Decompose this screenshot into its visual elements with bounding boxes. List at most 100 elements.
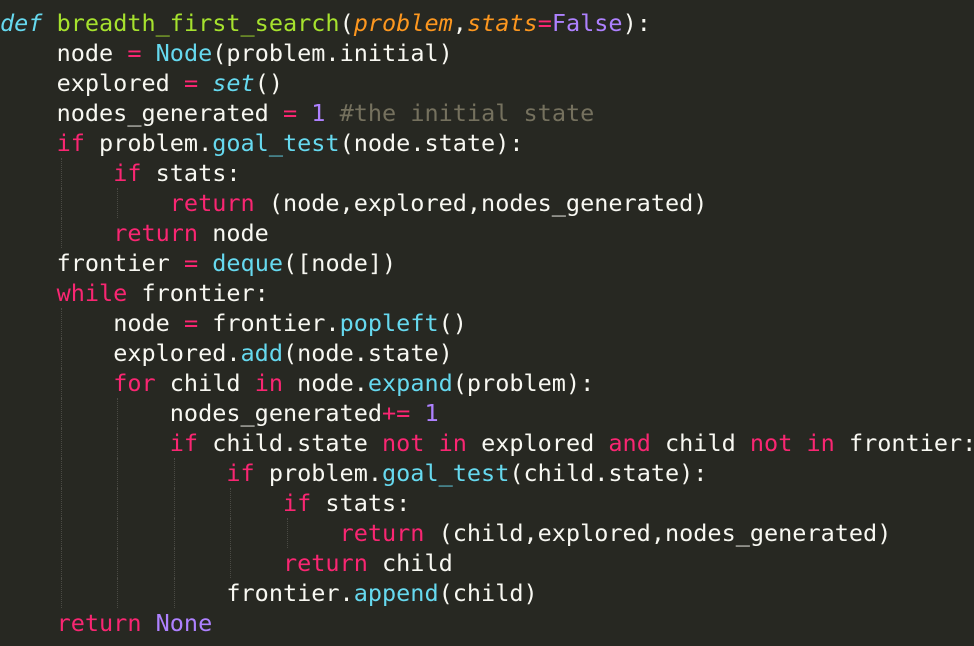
code-token: ): xyxy=(622,9,651,37)
code-token: def xyxy=(0,9,43,37)
code-token: node xyxy=(198,219,269,247)
code-token: stats: xyxy=(141,159,241,187)
code-token: += xyxy=(382,399,411,427)
code-token: frontier xyxy=(56,249,184,277)
code-text: if stats: xyxy=(0,489,410,517)
code-token: if xyxy=(169,429,199,457)
code-token: return xyxy=(339,519,425,547)
code-text: if child.state not in explored and child… xyxy=(0,429,974,457)
code-token: (child.state): xyxy=(509,459,708,487)
code-token: deque xyxy=(212,249,283,277)
code-token: frontier. xyxy=(226,579,354,607)
code-token: goal_test xyxy=(382,459,510,487)
code-line[interactable]: if problem.goal_test(child.state): xyxy=(0,458,974,488)
code-token: problem. xyxy=(84,129,213,157)
code-token: = xyxy=(183,309,199,337)
code-token: return xyxy=(169,189,255,217)
code-line[interactable]: explored = set() xyxy=(0,68,974,98)
code-token: (problem): xyxy=(452,369,595,397)
code-text: return node xyxy=(0,219,269,247)
code-text: if problem.goal_test(node.state): xyxy=(0,129,524,157)
code-line[interactable]: if stats: xyxy=(0,488,974,518)
code-token: frontier: xyxy=(834,429,974,457)
code-token: (node.state): xyxy=(339,129,524,157)
code-token: False xyxy=(551,9,623,37)
code-token: if xyxy=(56,129,85,157)
code-token: , xyxy=(452,9,467,37)
code-line[interactable]: if problem.goal_test(node.state): xyxy=(0,128,974,158)
code-token: = xyxy=(537,9,552,37)
code-token: stats xyxy=(466,9,538,37)
code-token: not xyxy=(382,429,425,457)
code-text: nodes_generated+= 1 xyxy=(0,399,439,427)
code-line[interactable]: node = Node(problem.initial) xyxy=(0,38,974,68)
code-token: nodes_generated xyxy=(169,399,383,427)
code-token: (node,explored,nodes_generated) xyxy=(254,189,708,217)
code-token: stats: xyxy=(311,489,411,517)
code-line[interactable]: return None xyxy=(0,608,974,638)
code-line[interactable]: for child in node.expand(problem): xyxy=(0,368,974,398)
code-token: () xyxy=(254,69,283,97)
code-token: child xyxy=(155,369,255,397)
code-line[interactable]: return child xyxy=(0,548,974,578)
code-text: return (child,explored,nodes_generated) xyxy=(0,519,892,547)
code-token: breadth_first_search xyxy=(56,9,340,37)
code-token: child.state xyxy=(198,429,383,457)
code-line[interactable]: explored.add(node.state) xyxy=(0,338,974,368)
code-token: child xyxy=(650,429,750,457)
code-token: in xyxy=(254,369,283,397)
code-token: problem xyxy=(353,9,453,37)
code-text: node = frontier.popleft() xyxy=(0,309,467,337)
code-line[interactable]: nodes_generated = 1 #the initial state xyxy=(0,98,974,128)
code-token: = xyxy=(282,99,298,127)
code-text: node = Node(problem.initial) xyxy=(0,39,453,67)
code-token: () xyxy=(438,309,467,337)
code-line[interactable]: def breadth_first_search(problem,stats=F… xyxy=(0,8,974,38)
code-line[interactable]: if child.state not in explored and child… xyxy=(0,428,974,458)
code-line[interactable]: return node xyxy=(0,218,974,248)
code-token: node. xyxy=(282,369,368,397)
code-token: return xyxy=(56,609,142,637)
code-token: 1 xyxy=(311,99,326,127)
code-editor[interactable]: def breadth_first_search(problem,stats=F… xyxy=(0,0,974,646)
code-line[interactable]: frontier = deque([node]) xyxy=(0,248,974,278)
code-line[interactable]: frontier.append(child) xyxy=(0,578,974,608)
code-token: return xyxy=(113,219,199,247)
code-token: Node xyxy=(155,39,213,67)
code-token: (child) xyxy=(438,579,538,607)
code-token: = xyxy=(183,69,199,97)
code-token: problem. xyxy=(254,459,383,487)
code-line[interactable]: if stats: xyxy=(0,158,974,188)
code-token: expand xyxy=(367,369,453,397)
code-token: = xyxy=(127,39,142,67)
code-line[interactable]: nodes_generated+= 1 xyxy=(0,398,974,428)
code-token: nodes_generated xyxy=(56,99,283,127)
code-line[interactable]: node = frontier.popleft() xyxy=(0,308,974,338)
code-token: node xyxy=(56,39,128,67)
code-token: not xyxy=(749,429,793,457)
code-line[interactable]: return (child,explored,nodes_generated) xyxy=(0,518,974,548)
code-token: explored xyxy=(466,429,609,457)
code-text: return child xyxy=(0,549,453,577)
code-line[interactable]: return (node,explored,nodes_generated) xyxy=(0,188,974,218)
code-text: frontier = deque([node]) xyxy=(0,249,397,277)
code-text: return (node,explored,nodes_generated) xyxy=(0,189,708,217)
code-line[interactable]: while frontier: xyxy=(0,278,974,308)
code-token: ( xyxy=(339,9,354,37)
